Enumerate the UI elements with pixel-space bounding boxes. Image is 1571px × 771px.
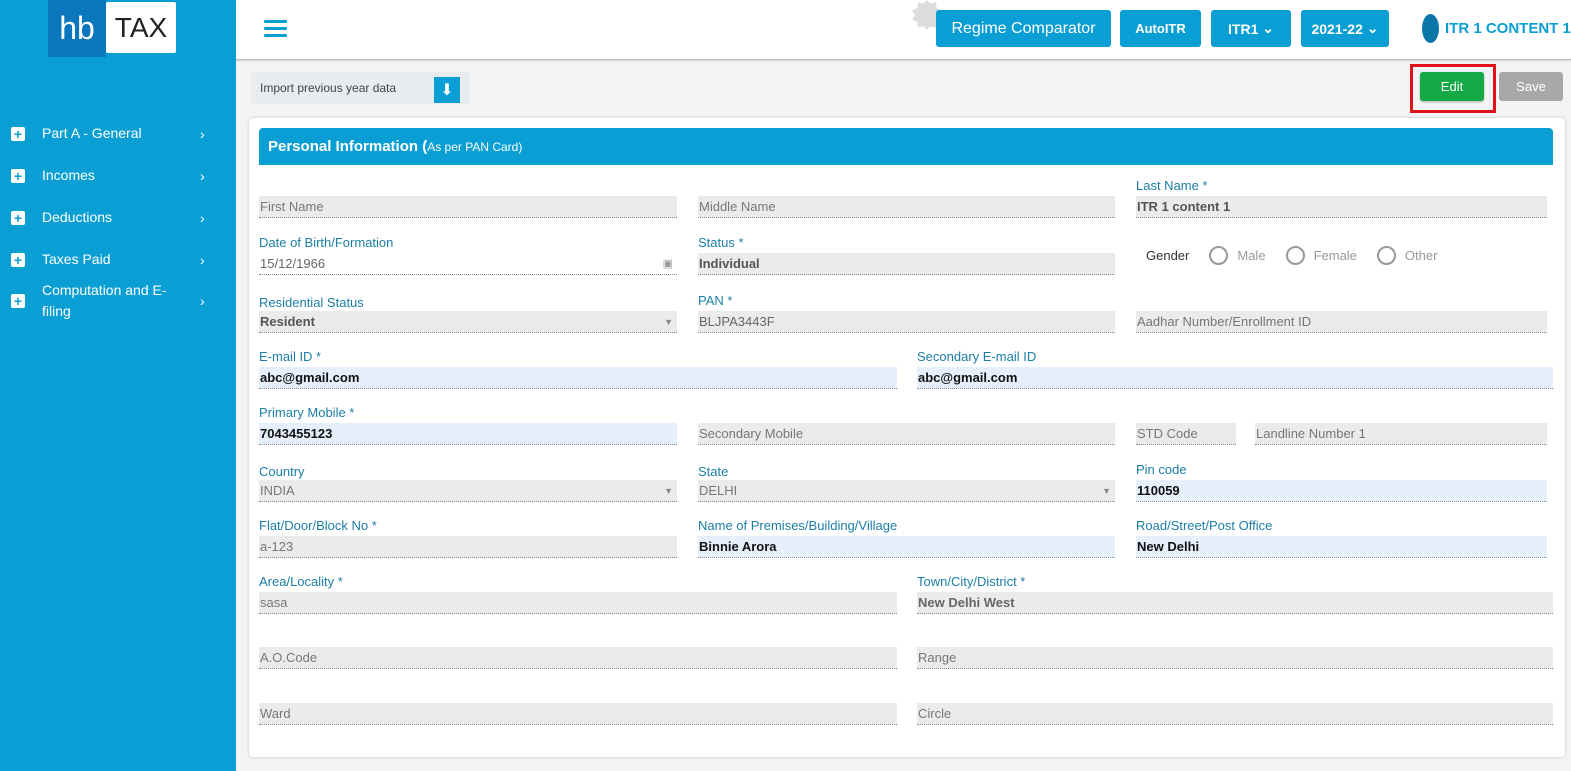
sidebar-item-taxes-paid[interactable]: + Taxes Paid › bbox=[0, 249, 236, 270]
user-profile[interactable]: ITR 1 CONTENT 1 bbox=[1422, 14, 1571, 43]
premises-input[interactable]: Binnie Arora bbox=[698, 536, 1115, 558]
itr-dropdown[interactable]: ITR1 ⌄ bbox=[1211, 10, 1291, 47]
autoitr-button[interactable]: AutoITR bbox=[1120, 10, 1201, 47]
road-input[interactable]: New Delhi bbox=[1136, 536, 1547, 558]
year-dropdown[interactable]: 2021-22 ⌄ bbox=[1301, 10, 1389, 47]
plus-icon: + bbox=[11, 168, 25, 183]
chevron-right-icon: › bbox=[200, 251, 205, 268]
dob-input[interactable]: 15/12/1966 ▣ bbox=[259, 253, 677, 275]
chevron-right-icon: › bbox=[200, 209, 205, 226]
plus-icon: + bbox=[11, 252, 25, 267]
aadhar-input[interactable]: Aadhar Number/Enrollment ID bbox=[1136, 311, 1547, 333]
dob-label: Date of Birth/Formation bbox=[259, 235, 394, 250]
chevron-down-icon: ⌄ bbox=[1262, 20, 1274, 36]
state-select[interactable]: DELHI ▼ bbox=[698, 480, 1115, 502]
chevron-down-icon: ⌄ bbox=[1366, 20, 1379, 36]
regime-comparator-button[interactable]: Regime Comparator bbox=[936, 10, 1111, 47]
status-label: Status * bbox=[698, 235, 744, 250]
country-label: Country bbox=[259, 464, 305, 479]
gender-group: Gender Male Female Other bbox=[1146, 246, 1438, 265]
mobile-label: Primary Mobile * bbox=[259, 405, 355, 420]
std-code-input[interactable]: STD Code bbox=[1136, 423, 1236, 445]
plus-icon: + bbox=[11, 126, 25, 141]
first-name-input[interactable]: First Name bbox=[259, 196, 677, 218]
section-title: Personal Information (As per PAN Card) bbox=[259, 128, 1553, 165]
status-input[interactable]: Individual bbox=[698, 253, 1115, 275]
sidebar: hb TAX + Part A - General › + Incomes › + Dedu… bbox=[0, 0, 236, 771]
email-input[interactable]: abc@gmail.com bbox=[259, 367, 897, 389]
landline-input[interactable]: Landline Number 1 bbox=[1255, 423, 1547, 445]
pan-input[interactable]: BLJPA3443F bbox=[698, 311, 1115, 333]
plus-icon: + bbox=[11, 210, 25, 225]
save-button[interactable]: Save bbox=[1499, 72, 1563, 101]
chevron-right-icon: › bbox=[200, 167, 205, 184]
dropdown-arrow-icon: ▼ bbox=[1102, 486, 1111, 496]
country-select[interactable]: INDIA ▼ bbox=[259, 480, 677, 502]
residential-select[interactable]: Resident ▼ bbox=[259, 311, 677, 333]
premises-label: Name of Premises/Building/Village bbox=[698, 518, 898, 533]
area-input[interactable]: sasa bbox=[259, 592, 897, 614]
state-label: State bbox=[698, 464, 729, 479]
town-label: Town/City/District * bbox=[917, 574, 1026, 589]
top-bar: Regime Comparator AutoITR ITR1 ⌄ 2021-22… bbox=[236, 0, 1571, 60]
secondary-email-input[interactable]: abc@gmail.com bbox=[917, 367, 1553, 389]
gender-other-radio[interactable]: Other bbox=[1376, 246, 1437, 265]
circle-input[interactable]: Circle bbox=[917, 703, 1553, 725]
dropdown-arrow-icon: ▼ bbox=[664, 317, 673, 327]
area-label: Area/Locality * bbox=[259, 574, 343, 589]
avatar bbox=[1422, 14, 1439, 43]
residential-label: Residential Status bbox=[259, 295, 364, 310]
download-icon[interactable]: ⬇ bbox=[434, 77, 460, 103]
sidebar-item-computation[interactable]: + Computation and E-filing › bbox=[0, 280, 236, 322]
last-name-label: Last Name * bbox=[1136, 178, 1208, 193]
dropdown-arrow-icon: ▼ bbox=[664, 486, 673, 496]
middle-name-input[interactable]: Middle Name bbox=[698, 196, 1115, 218]
ao-code-input[interactable]: A.O.Code bbox=[259, 647, 897, 669]
chevron-right-icon: › bbox=[200, 293, 205, 309]
road-label: Road/Street/Post Office bbox=[1136, 518, 1273, 533]
menu-icon[interactable] bbox=[264, 20, 287, 37]
pin-label: Pin code bbox=[1136, 462, 1187, 477]
sidebar-item-deductions[interactable]: + Deductions › bbox=[0, 207, 236, 228]
plus-icon: + bbox=[11, 294, 25, 308]
calendar-icon[interactable]: ▣ bbox=[663, 253, 673, 275]
edit-button[interactable]: Edit bbox=[1420, 72, 1484, 101]
last-name-input[interactable]: ITR 1 content 1 bbox=[1136, 196, 1547, 218]
gender-female-radio[interactable]: Female bbox=[1285, 246, 1357, 265]
gender-male-radio[interactable]: Male bbox=[1209, 246, 1266, 265]
flat-input[interactable]: a-123 bbox=[259, 536, 677, 558]
flat-label: Flat/Door/Block No * bbox=[259, 518, 377, 533]
primary-mobile-input[interactable]: 7043455123 bbox=[259, 423, 677, 445]
logo: hb TAX bbox=[48, 0, 178, 57]
town-input[interactable]: New Delhi West bbox=[917, 592, 1553, 614]
secondary-mobile-input[interactable]: Secondary Mobile bbox=[698, 423, 1115, 445]
secondary-email-label: Secondary E-mail ID bbox=[917, 349, 1037, 364]
sidebar-item-part-a-general[interactable]: + Part A - General › bbox=[0, 123, 236, 144]
chevron-right-icon: › bbox=[200, 125, 205, 142]
ward-input[interactable]: Ward bbox=[259, 703, 897, 725]
range-input[interactable]: Range bbox=[917, 647, 1553, 669]
import-previous-year: Import previous year data ⬇ bbox=[251, 72, 470, 104]
pan-label: PAN * bbox=[698, 293, 733, 308]
pin-input[interactable]: 110059 bbox=[1136, 480, 1547, 502]
sidebar-item-incomes[interactable]: + Incomes › bbox=[0, 165, 236, 186]
email-label: E-mail ID * bbox=[259, 349, 322, 364]
